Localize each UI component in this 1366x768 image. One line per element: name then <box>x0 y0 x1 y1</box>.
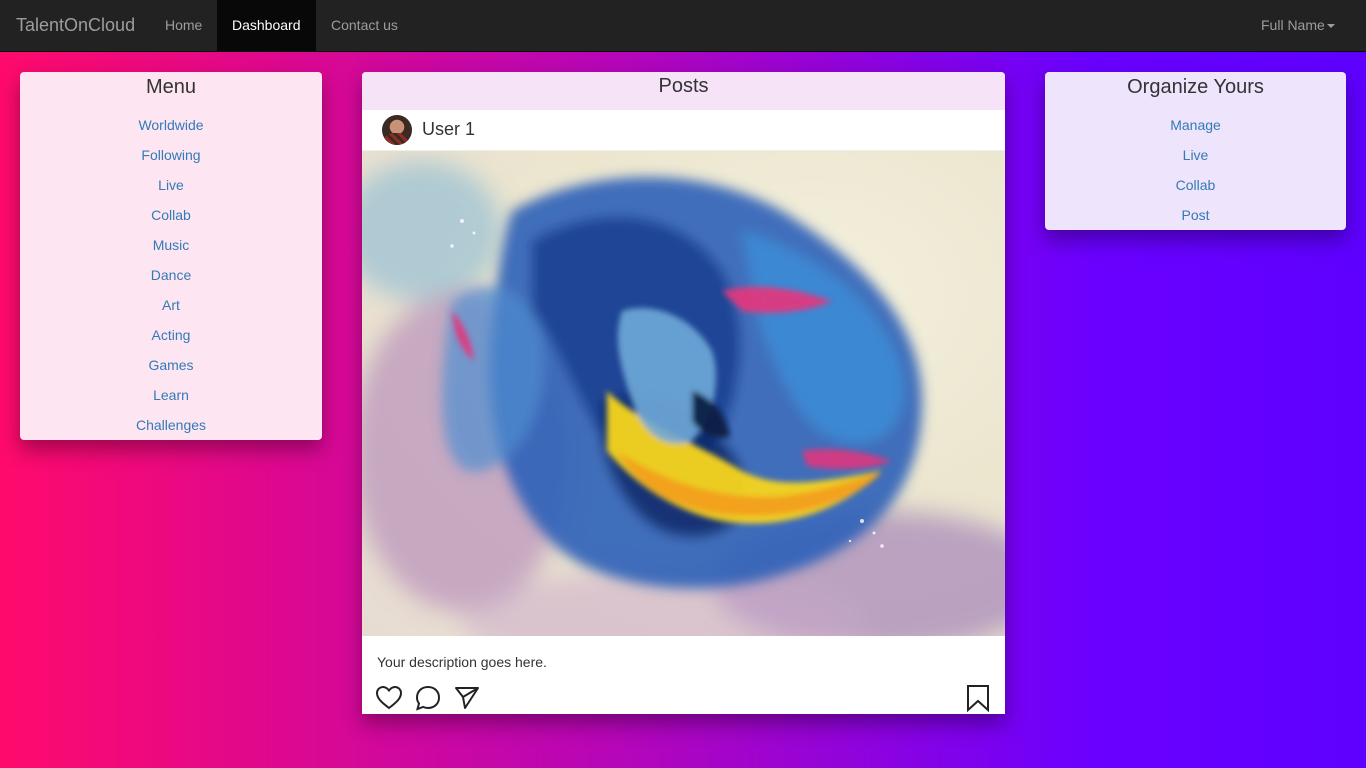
top-navbar: TalentOnCloud Home Dashboard Contact us … <box>0 0 1366 52</box>
menu-item-dance[interactable]: Dance <box>20 260 322 290</box>
menu-title: Menu <box>145 76 197 98</box>
menu-item-challenges[interactable]: Challenges <box>20 410 322 440</box>
menu-item-live[interactable]: Live <box>20 170 322 200</box>
organize-item-live[interactable]: Live <box>1045 140 1346 170</box>
horse-painting-image <box>362 161 1005 636</box>
nav-home[interactable]: Home <box>150 0 217 51</box>
menu-item-music[interactable]: Music <box>20 230 322 260</box>
menu-item-games[interactable]: Games <box>20 350 322 380</box>
organize-item-collab[interactable]: Collab <box>1045 170 1346 200</box>
post-username[interactable]: User 1 <box>422 119 475 140</box>
user-menu-label: Full Name <box>1261 17 1325 33</box>
send-icon[interactable] <box>453 684 481 712</box>
nav-contact-us[interactable]: Contact us <box>316 0 413 51</box>
user-menu-dropdown[interactable]: Full Name <box>1246 0 1350 51</box>
organize-title: Organize Yours <box>1127 76 1264 98</box>
post-image[interactable] <box>362 151 1005 636</box>
organize-list: Manage Live Collab Post <box>1045 110 1346 230</box>
menu-item-following[interactable]: Following <box>20 140 322 170</box>
organize-item-post[interactable]: Post <box>1045 200 1346 230</box>
caret-down-icon <box>1326 24 1335 29</box>
post-actions <box>362 676 1005 714</box>
menu-list: Worldwide Following Live Collab Music Da… <box>20 110 322 440</box>
menu-item-acting[interactable]: Acting <box>20 320 322 350</box>
posts-panel: Posts User 1 Your description goes here. <box>362 72 1005 714</box>
bookmark-icon[interactable] <box>964 684 992 712</box>
menu-item-art[interactable]: Art <box>20 290 322 320</box>
menu-panel: Menu Worldwide Following Live Collab Mus… <box>20 72 322 440</box>
brand-logo[interactable]: TalentOnCloud <box>16 15 135 36</box>
nav-dashboard[interactable]: Dashboard <box>217 0 316 51</box>
post-author: User 1 <box>362 110 1005 151</box>
heart-icon[interactable] <box>375 684 403 712</box>
organize-panel: Organize Yours Manage Live Collab Post <box>1045 72 1346 230</box>
post-description: Your description goes here. <box>377 654 547 670</box>
menu-item-worldwide[interactable]: Worldwide <box>20 110 322 140</box>
comment-icon[interactable] <box>414 684 442 712</box>
avatar[interactable] <box>382 115 412 145</box>
organize-item-manage[interactable]: Manage <box>1045 110 1346 140</box>
menu-item-collab[interactable]: Collab <box>20 200 322 230</box>
posts-title: Posts <box>362 72 1005 110</box>
menu-item-learn[interactable]: Learn <box>20 380 322 410</box>
